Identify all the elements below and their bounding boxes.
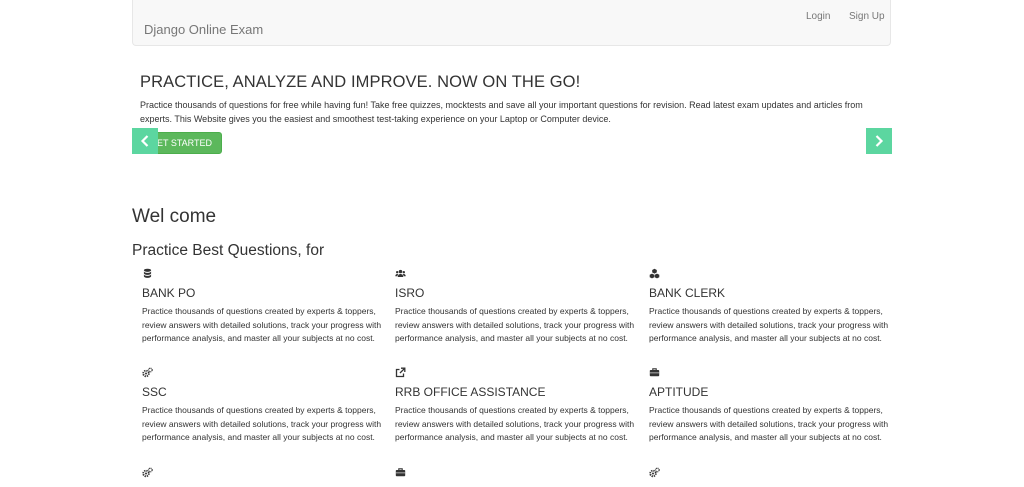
signup-link[interactable]: Sign Up: [849, 11, 885, 22]
briefcase-icon: [395, 467, 406, 478]
users-icon: [395, 268, 406, 279]
briefcase-icon: [649, 367, 660, 378]
card-title: RRB OFFICE ASSISTANCE: [395, 385, 546, 399]
card-text: Practice thousands of questions created …: [395, 405, 635, 442]
cogs-icon: [142, 367, 153, 378]
card-text: Practice thousands of questions created …: [142, 405, 382, 442]
card-bank-clerk: BANK CLERK Practice thousands of questio…: [649, 268, 889, 346]
card-title: SSC: [142, 385, 167, 399]
welcome-heading: Wel come: [132, 206, 217, 227]
practice-subheading: Practice Best Questions, for: [132, 242, 325, 259]
cogs-icon: [649, 467, 660, 478]
hero-title: PRACTICE, ANALYZE AND IMPROVE. NOW ON TH…: [140, 73, 581, 91]
card-title: ISRO: [395, 286, 425, 300]
login-link[interactable]: Login: [806, 11, 830, 22]
cogs-icon: [142, 467, 153, 478]
cubes-icon: [649, 268, 660, 279]
card-title: BANK CLERK: [649, 286, 726, 300]
card-text: Practice thousands of questions created …: [395, 306, 635, 343]
external-link-icon: [395, 367, 406, 378]
card-text: Practice thousands of questions created …: [142, 306, 382, 343]
card-aptitude: APTITUDE Practice thousands of questions…: [649, 367, 889, 445]
card-text: Practice thousands of questions created …: [649, 405, 889, 442]
carousel-prev-button[interactable]: [132, 128, 158, 154]
card-title: APTITUDE: [649, 385, 709, 399]
database-icon: [142, 268, 153, 279]
brand-link[interactable]: Django Online Exam: [144, 22, 263, 37]
card-isro: ISRO Practice thousands of questions cre…: [395, 268, 635, 346]
hero-text: Practice thousands of questions for free…: [140, 100, 863, 124]
card-ssc: SSC Practice thousands of questions crea…: [142, 367, 382, 445]
card-bank-po: BANK PO Practice thousands of questions …: [142, 268, 382, 346]
card-rrb-office-assistance: RRB OFFICE ASSISTANCE Practice thousands…: [395, 367, 635, 445]
card-title: BANK PO: [142, 286, 196, 300]
card-text: Practice thousands of questions created …: [649, 306, 889, 343]
chevron-right-icon: [875, 135, 884, 147]
navbar: Django Online Exam Login Sign Up: [132, 0, 891, 46]
chevron-left-icon: [140, 135, 149, 147]
carousel-next-button[interactable]: [866, 128, 892, 154]
